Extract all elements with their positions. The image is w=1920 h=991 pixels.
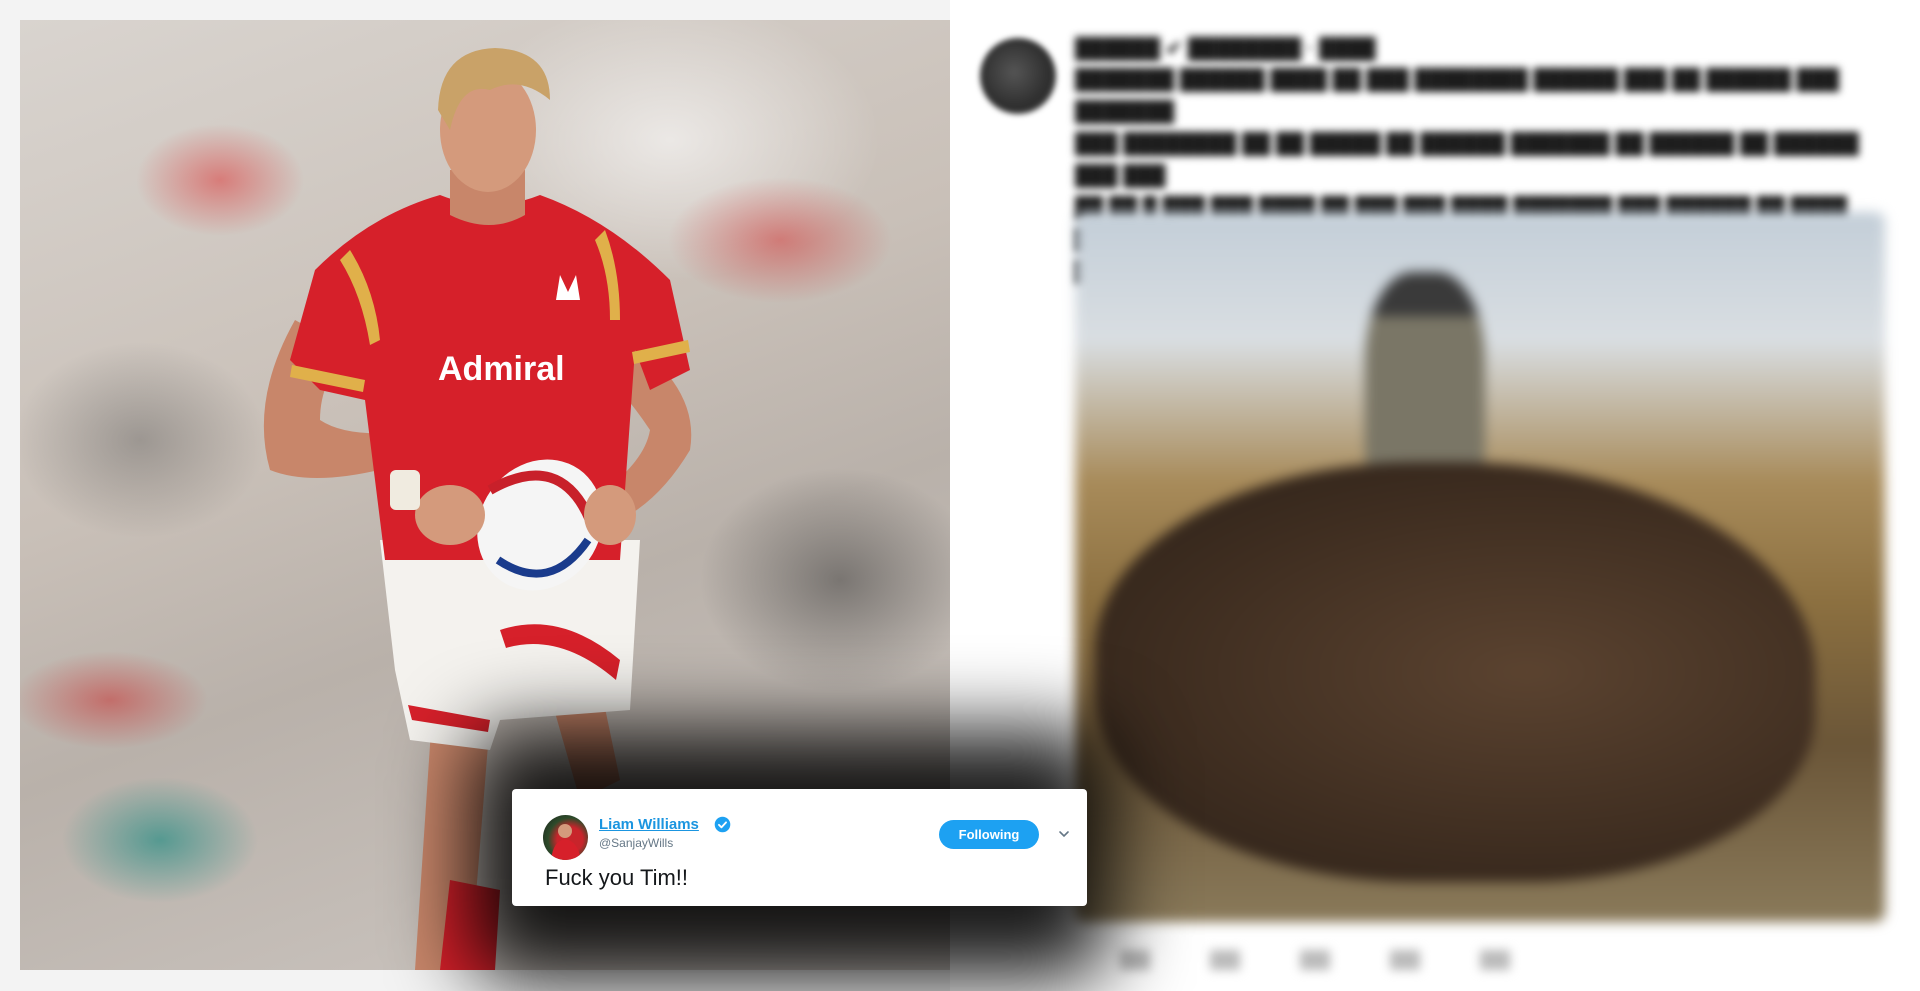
tweet-card: Liam Williams @SanjayWills Following Fuc… bbox=[512, 789, 1087, 906]
chevron-down-icon[interactable] bbox=[1057, 827, 1071, 841]
avatar[interactable] bbox=[543, 815, 588, 860]
svg-text:Admiral: Admiral bbox=[438, 350, 565, 388]
blurred-avatar bbox=[980, 38, 1056, 114]
blurred-author-line: ██████ ✔ ████████ · ████ bbox=[1075, 38, 1376, 60]
blurred-bear-figure bbox=[1095, 462, 1815, 882]
blurred-hunter-figure bbox=[1365, 272, 1485, 492]
following-button[interactable]: Following bbox=[939, 820, 1039, 849]
author-name-link[interactable]: Liam Williams bbox=[599, 816, 699, 833]
author-handle[interactable]: @SanjayWills bbox=[599, 836, 673, 850]
avatar-image bbox=[551, 824, 581, 860]
verified-badge-icon bbox=[714, 816, 731, 833]
tweet-text: Fuck you Tim!! bbox=[545, 865, 689, 890]
blurred-bear-photo bbox=[1075, 212, 1885, 922]
blurred-tweet-actions bbox=[1120, 950, 1540, 970]
